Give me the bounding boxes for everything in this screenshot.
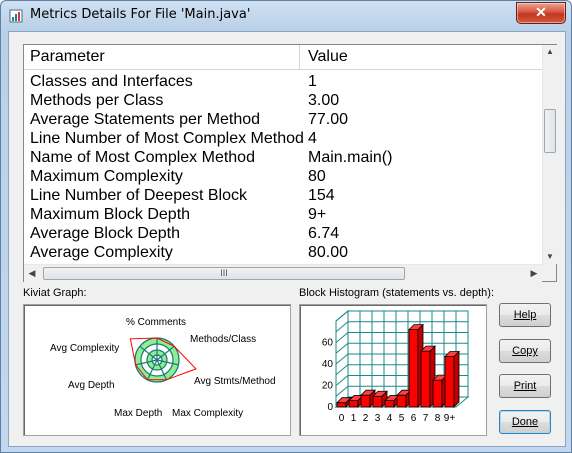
parameter-cell: Maximum Complexity [30, 168, 183, 185]
histogram-x-tick-label: 2 [363, 413, 369, 424]
value-cell: 154 [308, 187, 335, 204]
table-row[interactable]: Maximum Complexity 80 [24, 167, 542, 186]
kiviat-axis-comments: % Comments [126, 317, 186, 328]
histogram-x-tick-label: 9+ [444, 413, 456, 424]
histogram-bar [444, 356, 455, 408]
parameter-cell: Classes and Interfaces [30, 73, 193, 90]
app-icon [9, 9, 23, 23]
column-divider[interactable] [299, 45, 300, 69]
parameter-cell: Name of Most Complex Method [30, 149, 255, 166]
block-histogram-panel: 0 1 2 3 4 5 6 7 8 9+ 0 20 40 60 [299, 304, 487, 436]
scroll-grip-icon: III [220, 268, 228, 278]
parameter-cell: Average Complexity [30, 244, 173, 261]
histogram-y-tick-label: 0 [327, 402, 333, 413]
histogram-x-tick-label: 3 [375, 413, 381, 424]
histogram-x-tick-label: 4 [387, 413, 393, 424]
column-header-parameter[interactable]: Parameter [30, 45, 105, 69]
close-button[interactable]: ✕ [516, 2, 566, 24]
parameter-cell: Average Block Depth [30, 225, 181, 242]
value-cell: 80.00 [308, 244, 349, 261]
parameter-cell: Line Number of Deepest Block [30, 187, 247, 204]
histogram-x-tick-label: 0 [339, 413, 345, 424]
histogram-x-tick-label: 6 [411, 413, 417, 424]
help-button[interactable]: Help [499, 303, 551, 327]
table-row[interactable]: Maximum Block Depth 9+ [24, 205, 542, 224]
table-row[interactable]: Average Block Depth 6.74 [24, 224, 542, 243]
value-cell: 80 [308, 168, 326, 185]
window-title: Metrics Details For File 'Main.java' [30, 7, 251, 22]
done-button-label: Done [511, 416, 539, 428]
scroll-right-icon[interactable]: ▶ [526, 265, 542, 282]
parameter-cell: Line Number of Most Complex Method [30, 130, 304, 147]
scroll-up-icon[interactable]: ▲ [543, 45, 557, 59]
table-row[interactable]: Classes and Interfaces 1 [24, 72, 542, 91]
table-header: Parameter Value [24, 45, 542, 70]
print-button-label: Print [513, 380, 537, 392]
histogram-y-tick-label: 60 [322, 338, 334, 349]
histogram-bar [336, 402, 347, 408]
histogram-y-tick-label: 40 [322, 359, 334, 370]
kiviat-graph-panel: % Comments Methods/Class Avg Stmts/Metho… [23, 304, 291, 436]
table-row[interactable]: Line Number of Most Complex Method 4 [24, 129, 542, 148]
histogram-x-tick-label: 1 [351, 413, 357, 424]
value-cell: 77.00 [308, 111, 349, 128]
print-button[interactable]: Print [499, 374, 551, 398]
table-row[interactable]: Average Statements per Method 77.00 [24, 110, 542, 129]
value-cell: 6.74 [308, 225, 340, 242]
value-cell: 9+ [308, 206, 327, 223]
value-cell: 3.00 [308, 92, 340, 109]
parameter-cell: Methods per Class [30, 92, 164, 109]
vertical-scrollbar[interactable]: ▲ ▼ [542, 45, 557, 264]
histogram-x-tick-label: 5 [399, 413, 405, 424]
histogram-bar [360, 394, 371, 408]
table-row[interactable]: Average Complexity 80.00 [24, 243, 542, 262]
metrics-details-window: Metrics Details For File 'Main.java' ✕ P… [0, 0, 572, 453]
value-cell: 1 [308, 73, 317, 90]
histogram-bar-side [453, 350, 460, 408]
help-button-label: Help [513, 309, 537, 321]
histogram-y-tick-label: 20 [322, 381, 334, 392]
scroll-left-icon[interactable]: ◀ [24, 265, 40, 282]
kiviat-axis-avg-stmts-method: Avg Stmts/Method [194, 376, 276, 387]
kiviat-axis-max-depth: Max Depth [114, 408, 162, 419]
parameter-cell: Average Statements per Method [30, 111, 261, 128]
scrollbar-corner [542, 264, 556, 281]
value-cell: 4 [308, 130, 317, 147]
histogram-bar [372, 395, 383, 408]
kiviat-axis-methods-class: Methods/Class [190, 334, 256, 345]
kiviat-axis-avg-complexity: Avg Complexity [50, 343, 119, 354]
table-row[interactable]: Methods per Class 3.00 [24, 91, 542, 110]
block-histogram-chart: 0 1 2 3 4 5 6 7 8 9+0204060 [322, 309, 470, 424]
table-row[interactable]: Name of Most Complex Method Main.main() [24, 148, 542, 167]
value-cell: Main.main() [308, 149, 393, 166]
histogram-bar [420, 350, 431, 408]
histogram-bar [384, 400, 395, 408]
histogram-bar [432, 379, 443, 408]
title-bar[interactable]: Metrics Details For File 'Main.java' ✕ [1, 1, 571, 31]
copy-button-label: Copy [512, 345, 538, 357]
vertical-scroll-thumb[interactable] [544, 109, 556, 153]
histogram-x-tick-label: 7 [423, 413, 429, 424]
close-icon: ✕ [535, 4, 547, 20]
histogram-bar [408, 329, 419, 408]
metrics-table[interactable]: Parameter Value Classes and Interfaces 1 M… [23, 44, 557, 282]
histogram-bar [348, 400, 359, 408]
column-header-value[interactable]: Value [308, 45, 348, 69]
horizontal-scroll-thumb[interactable]: III [43, 267, 405, 280]
kiviat-axis-max-complexity: Max Complexity [172, 408, 243, 419]
block-histogram-label: Block Histogram (statements vs. depth): [299, 287, 495, 299]
parameter-cell: Maximum Block Depth [30, 206, 191, 223]
kiviat-axis-avg-depth: Avg Depth [68, 380, 115, 391]
copy-button[interactable]: Copy [499, 339, 551, 363]
dialog-client-area: Parameter Value Classes and Interfaces 1 M… [8, 31, 566, 447]
horizontal-scrollbar[interactable]: ◀ III ▶ [24, 264, 542, 282]
done-button[interactable]: Done [499, 410, 551, 434]
histogram-bar [396, 394, 407, 408]
scroll-down-icon[interactable]: ▼ [543, 250, 557, 264]
kiviat-graph-label: Kiviat Graph: [23, 287, 87, 299]
histogram-x-tick-label: 8 [435, 413, 441, 424]
kiviat-graph: % Comments Methods/Class Avg Stmts/Metho… [50, 317, 276, 419]
table-row[interactable]: Line Number of Deepest Block 154 [24, 186, 542, 205]
